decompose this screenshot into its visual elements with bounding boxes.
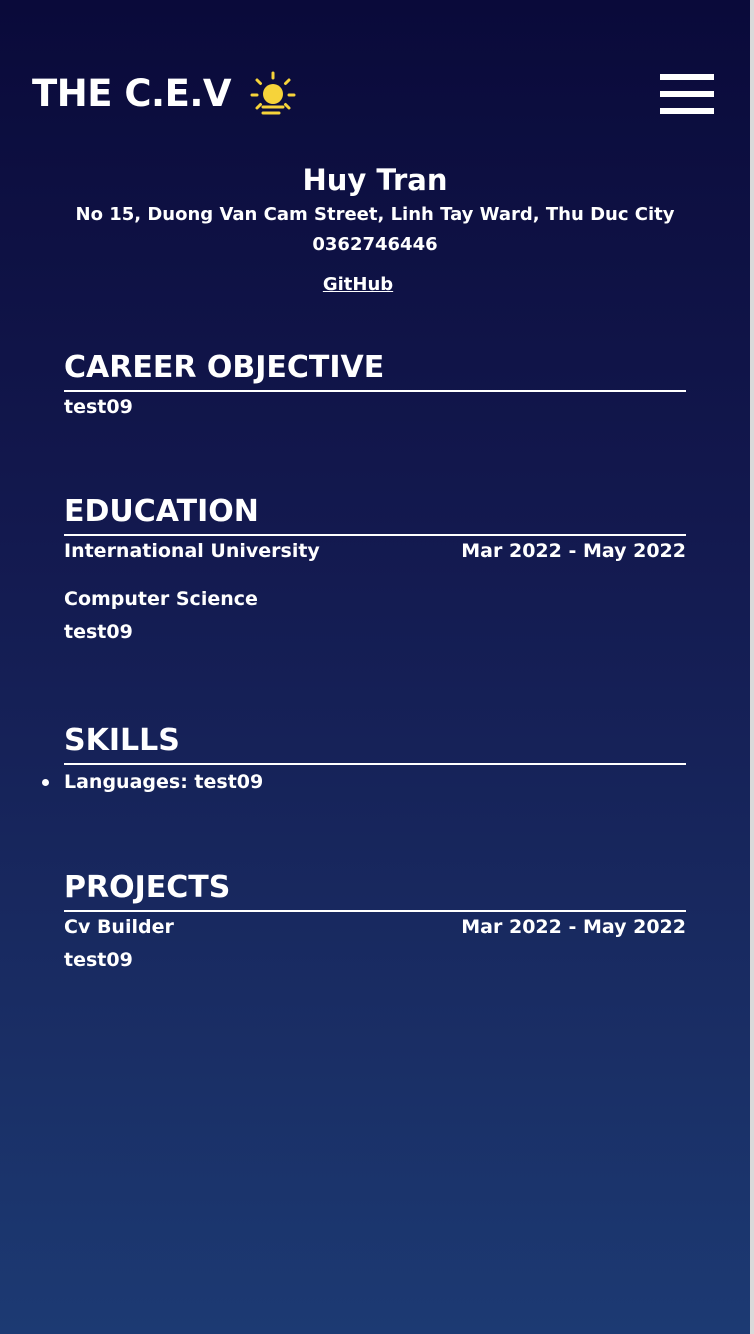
skills-list: Languages: test09 [42,765,686,799]
sun-icon [250,71,296,115]
projects-section: PROJECTS Cv Builder Mar 2022 - May 2022 … [64,868,686,975]
profile-header: Huy Tran No 15, Duong Van Cam Street, Li… [0,160,750,295]
project-dates: Mar 2022 - May 2022 [461,916,686,938]
menu-bar [660,74,714,80]
skill-item: Languages: test09 [42,765,686,799]
logo-text: THE C.E.V [32,72,232,115]
education-row: International University Mar 2022 - May … [64,536,686,566]
project-name: Cv Builder [64,916,174,938]
education-major: Computer Science [64,588,258,610]
section-title: CAREER OBJECTIVE [64,348,686,392]
education-dates: Mar 2022 - May 2022 [461,540,686,562]
top-navigation: THE C.E.V [32,66,716,122]
education-description: test09 [64,621,133,643]
school-name: International University [64,540,320,562]
profile-address: No 15, Duong Van Cam Street, Linh Tay Wa… [75,204,675,225]
menu-bar [660,91,714,97]
skills-section: SKILLS Languages: test09 [42,721,686,799]
page-edge [750,0,754,1334]
logo[interactable]: THE C.E.V [32,70,297,118]
career-objective-text: test09 [64,396,133,418]
profile-phone: 0362746446 [312,234,438,255]
education-section: EDUCATION International University Mar 2… [64,492,686,647]
github-link[interactable]: GitHub [323,274,393,295]
section-title: PROJECTS [64,868,686,912]
project-description: test09 [64,949,133,971]
project-row: Cv Builder Mar 2022 - May 2022 [64,912,686,942]
section-title: SKILLS [64,721,686,765]
hamburger-menu-icon[interactable] [660,74,714,114]
menu-bar [660,108,714,114]
career-objective-section: CAREER OBJECTIVE test09 [64,348,686,422]
profile-name: Huy Tran [302,163,448,197]
section-title: EDUCATION [64,492,686,536]
